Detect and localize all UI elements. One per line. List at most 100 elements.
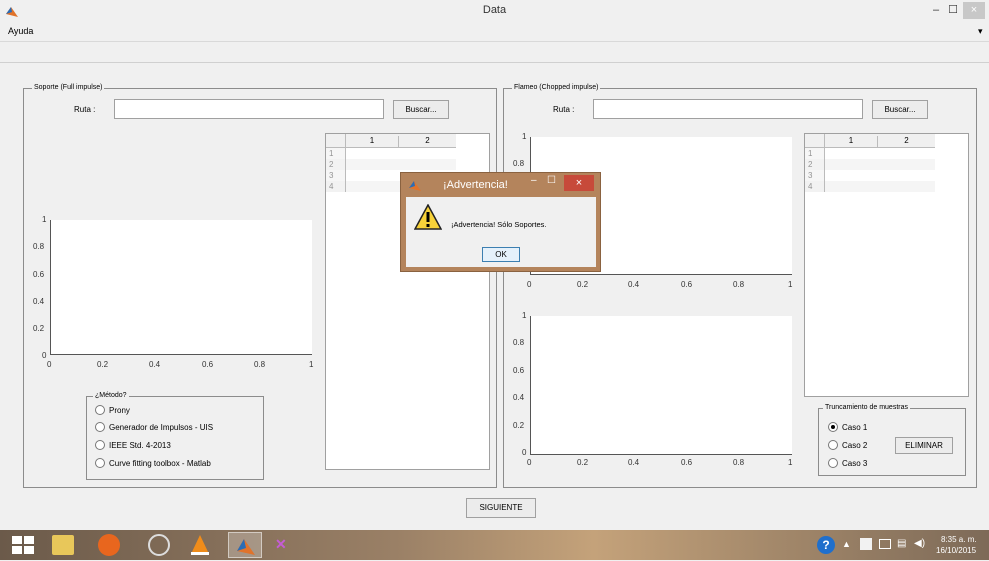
toolbar-strip bbox=[0, 62, 989, 63]
table-col-header: 2 bbox=[425, 136, 430, 145]
table-corner bbox=[326, 134, 346, 148]
row-header-column bbox=[805, 148, 825, 192]
tray-volume-icon[interactable]: ◀) bbox=[914, 538, 925, 549]
soporte-panel-title: Soporte (Full impulse) bbox=[32, 84, 105, 91]
x-tick: 0.4 bbox=[628, 458, 640, 467]
x-tick: 0.2 bbox=[97, 360, 109, 369]
app-icon[interactable]: ✕ bbox=[275, 536, 297, 554]
radio-curve-fitting[interactable] bbox=[95, 458, 105, 468]
x-tick: 0.8 bbox=[733, 458, 745, 467]
y-tick: 0.4 bbox=[513, 393, 525, 402]
soporte-ruta-input[interactable] bbox=[114, 99, 384, 119]
x-tick: 0.4 bbox=[628, 280, 640, 289]
row-header-column bbox=[326, 148, 346, 192]
radio-label: Caso 3 bbox=[842, 459, 868, 468]
x-tick: 0 bbox=[527, 458, 532, 467]
start-windows-icon[interactable] bbox=[12, 536, 34, 554]
soporte-axes bbox=[50, 220, 312, 355]
y-tick: 1 bbox=[42, 215, 47, 224]
dialog-minimize-button[interactable]: – bbox=[531, 175, 543, 189]
radio-label: Prony bbox=[109, 406, 130, 415]
y-tick: 0.8 bbox=[33, 242, 45, 251]
flameo-panel-title: Flameo (Chopped impulse) bbox=[512, 84, 601, 91]
tray-network-icon[interactable]: ▤ bbox=[897, 538, 906, 549]
menu-ayuda[interactable]: Ayuda bbox=[8, 26, 33, 36]
radio-generador[interactable] bbox=[95, 422, 105, 432]
y-tick: 0.8 bbox=[513, 159, 525, 168]
soporte-buscar-button[interactable]: Buscar... bbox=[393, 100, 449, 119]
menu-arrow-icon[interactable]: ▾ bbox=[978, 26, 983, 37]
flameo-ruta-input[interactable] bbox=[593, 99, 863, 119]
table-col-header: 2 bbox=[904, 136, 909, 145]
y-tick: 0.6 bbox=[513, 366, 525, 375]
minimize-button[interactable]: – bbox=[928, 2, 944, 19]
flameo-bottom-axes bbox=[530, 316, 792, 455]
window-title: Data bbox=[482, 4, 507, 16]
table-col-header: 1 bbox=[346, 136, 399, 148]
table-col-header: 1 bbox=[825, 136, 878, 148]
x-tick: 0.6 bbox=[681, 458, 693, 467]
x-tick: 0.2 bbox=[577, 458, 589, 467]
y-tick: 0.8 bbox=[513, 338, 525, 347]
dialog-body: ¡Advertencia! Sólo Soportes. OK bbox=[406, 197, 596, 267]
sketch-app-icon[interactable] bbox=[148, 534, 170, 556]
siguiente-button[interactable]: SIGUIENTE bbox=[466, 498, 536, 518]
file-explorer-icon[interactable] bbox=[52, 535, 74, 555]
radio-label: Curve fitting toolbox - Matlab bbox=[109, 459, 211, 468]
vlc-icon[interactable] bbox=[190, 534, 210, 556]
y-tick: 0.2 bbox=[33, 324, 45, 333]
x-tick: 0.6 bbox=[681, 280, 693, 289]
y-tick: 1 bbox=[522, 132, 527, 141]
y-tick: 0 bbox=[522, 448, 527, 457]
truncamiento-group-title: Truncamiento de muestras bbox=[823, 404, 910, 411]
dialog-message: ¡Advertencia! Sólo Soportes. bbox=[451, 220, 547, 229]
y-tick: 0.4 bbox=[33, 297, 45, 306]
firefox-icon[interactable] bbox=[98, 534, 120, 556]
radio-label: Caso 2 bbox=[842, 441, 868, 450]
matlab-taskbar-icon[interactable] bbox=[228, 532, 262, 558]
flameo-buscar-button[interactable]: Buscar... bbox=[872, 100, 928, 119]
table-header-row: 1 2 bbox=[326, 134, 456, 148]
clock-time[interactable]: 8:35 a. m. bbox=[941, 535, 977, 544]
tray-chevron-icon[interactable]: ▲ bbox=[842, 539, 851, 549]
soporte-ruta-label: Ruta : bbox=[74, 105, 96, 114]
ok-button[interactable]: OK bbox=[482, 247, 520, 262]
table-header-row: 1 2 bbox=[805, 134, 935, 148]
table-corner bbox=[805, 134, 825, 148]
close-button[interactable]: × bbox=[963, 2, 985, 19]
radio-prony[interactable] bbox=[95, 405, 105, 415]
x-tick: 1 bbox=[309, 360, 314, 369]
x-tick: 0 bbox=[527, 280, 532, 289]
radio-caso-2[interactable] bbox=[828, 440, 838, 450]
maximize-button[interactable]: ☐ bbox=[945, 2, 961, 19]
advertencia-dialog: ¡Advertencia! – ☐ × ¡Advertencia! Sólo S… bbox=[400, 172, 601, 272]
eliminar-button[interactable]: ELIMINAR bbox=[895, 437, 953, 454]
x-tick: 0.8 bbox=[733, 280, 745, 289]
help-icon[interactable]: ? bbox=[817, 536, 835, 554]
x-tick: 1 bbox=[788, 280, 793, 289]
x-tick: 0.8 bbox=[254, 360, 266, 369]
x-tick: 0.2 bbox=[577, 280, 589, 289]
clock-date[interactable]: 16/10/2015 bbox=[936, 546, 976, 555]
dialog-title: ¡Advertencia! bbox=[443, 179, 508, 191]
dialog-close-button[interactable]: × bbox=[564, 175, 594, 191]
radio-caso-3[interactable] bbox=[828, 458, 838, 468]
x-tick: 0 bbox=[47, 360, 52, 369]
radio-label: IEEE Std. 4-2013 bbox=[109, 441, 171, 450]
flameo-data-table[interactable]: 1 2 1 2 3 4 bbox=[804, 133, 969, 397]
x-tick: 1 bbox=[788, 458, 793, 467]
tray-flag-icon[interactable] bbox=[860, 538, 872, 550]
y-tick: 0.2 bbox=[513, 421, 525, 430]
y-tick: 0.6 bbox=[33, 270, 45, 279]
tray-battery-icon[interactable] bbox=[879, 539, 891, 549]
radio-caso-1[interactable] bbox=[828, 422, 838, 432]
radio-label: Caso 1 bbox=[842, 423, 868, 432]
menu-bar: Ayuda ▾ bbox=[0, 22, 989, 42]
warning-icon bbox=[413, 203, 443, 230]
window-titlebar: Data – ☐ × bbox=[0, 0, 989, 22]
radio-ieee[interactable] bbox=[95, 440, 105, 450]
taskbar: ✕ ? ▲ ▤ ◀) 8:35 a. m. 16/10/2015 bbox=[0, 530, 989, 560]
dialog-maximize-button[interactable]: ☐ bbox=[547, 175, 559, 189]
x-tick: 0.4 bbox=[149, 360, 161, 369]
y-tick: 1 bbox=[522, 311, 527, 320]
